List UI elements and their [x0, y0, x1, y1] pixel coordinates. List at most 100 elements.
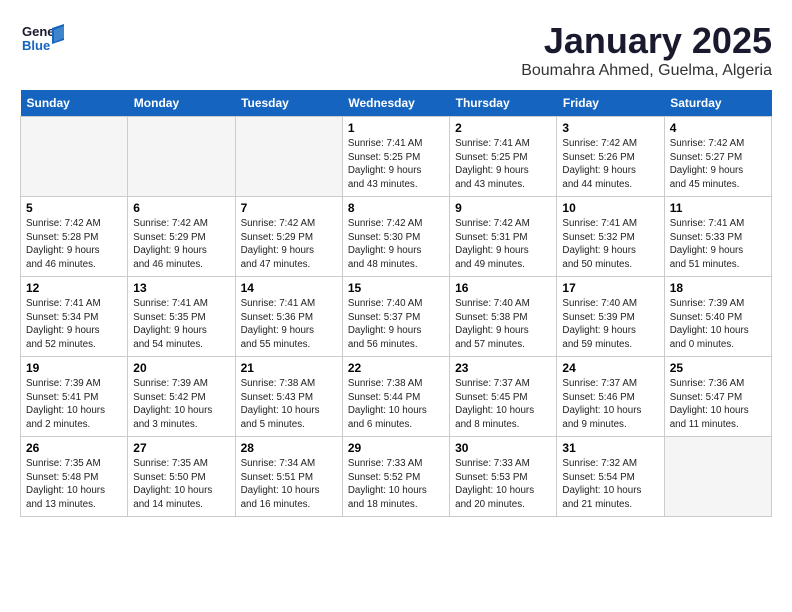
- day-info: Sunrise: 7:41 AM Sunset: 5:25 PM Dayligh…: [455, 137, 551, 192]
- logo: General Blue: [20, 20, 64, 56]
- calendar-cell: 16 Sunrise: 7:40 AM Sunset: 5:38 PM Dayli…: [450, 277, 557, 357]
- calendar-cell: 27Sunrise: 7:35 AM Sunset: 5:50 PM Dayli…: [128, 437, 235, 517]
- weekday-header: Monday: [128, 90, 235, 117]
- calendar-cell: 12Sunrise: 7:41 AM Sunset: 5:34 PM Dayli…: [21, 277, 128, 357]
- day-info: Sunrise: 7:41 AM Sunset: 5:32 PM Dayligh…: [562, 217, 658, 272]
- day-info: Sunrise: 7:39 AM Sunset: 5:42 PM Dayligh…: [133, 377, 229, 432]
- day-number: 19: [26, 361, 122, 375]
- month-title: January 2025: [521, 20, 772, 62]
- day-info: Sunrise: 7:41 AM Sunset: 5:36 PM Dayligh…: [241, 297, 337, 352]
- week-row: 5 Sunrise: 7:42 AM Sunset: 5:28 PM Daylig…: [21, 197, 772, 277]
- calendar-cell: 17 Sunrise: 7:40 AM Sunset: 5:39 PM Dayli…: [557, 277, 664, 357]
- day-number: 2: [455, 121, 551, 135]
- calendar-cell: 2 Sunrise: 7:41 AM Sunset: 5:25 PM Daylig…: [450, 117, 557, 197]
- calendar-cell: 20Sunrise: 7:39 AM Sunset: 5:42 PM Dayli…: [128, 357, 235, 437]
- day-number: 30: [455, 441, 551, 455]
- day-number: 5: [26, 201, 122, 215]
- day-info: Sunrise: 7:42 AM Sunset: 5:27 PM Dayligh…: [670, 137, 766, 192]
- calendar-cell: 7 Sunrise: 7:42 AM Sunset: 5:29 PM Daylig…: [235, 197, 342, 277]
- day-info: Sunrise: 7:38 AM Sunset: 5:44 PM Dayligh…: [348, 377, 444, 432]
- day-number: 13: [133, 281, 229, 295]
- day-number: 8: [348, 201, 444, 215]
- week-row: 12Sunrise: 7:41 AM Sunset: 5:34 PM Dayli…: [21, 277, 772, 357]
- day-number: 1: [348, 121, 444, 135]
- day-number: 17: [562, 281, 658, 295]
- week-row: 26 Sunrise: 7:35 AM Sunset: 5:48 PM Dayli…: [21, 437, 772, 517]
- day-number: 7: [241, 201, 337, 215]
- calendar-cell: 25 Sunrise: 7:36 AM Sunset: 5:47 PM Dayli…: [664, 357, 771, 437]
- day-number: 11: [670, 201, 766, 215]
- calendar-cell: 22Sunrise: 7:38 AM Sunset: 5:44 PM Dayli…: [342, 357, 449, 437]
- calendar-cell: 21 Sunrise: 7:38 AM Sunset: 5:43 PM Dayli…: [235, 357, 342, 437]
- calendar-cell: 4 Sunrise: 7:42 AM Sunset: 5:27 PM Daylig…: [664, 117, 771, 197]
- weekday-header-row: SundayMondayTuesdayWednesdayThursdayFrid…: [21, 90, 772, 117]
- day-info: Sunrise: 7:41 AM Sunset: 5:33 PM Dayligh…: [670, 217, 766, 272]
- day-number: 3: [562, 121, 658, 135]
- logo-icon: General Blue: [20, 20, 64, 56]
- calendar-cell: 19 Sunrise: 7:39 AM Sunset: 5:41 PM Dayli…: [21, 357, 128, 437]
- week-row: 1 Sunrise: 7:41 AM Sunset: 5:25 PM Daylig…: [21, 117, 772, 197]
- calendar-cell: 31 Sunrise: 7:32 AM Sunset: 5:54 PM Dayli…: [557, 437, 664, 517]
- week-row: 19 Sunrise: 7:39 AM Sunset: 5:41 PM Dayli…: [21, 357, 772, 437]
- day-info: Sunrise: 7:40 AM Sunset: 5:37 PM Dayligh…: [348, 297, 444, 352]
- calendar-cell: 26 Sunrise: 7:35 AM Sunset: 5:48 PM Dayli…: [21, 437, 128, 517]
- calendar-cell: 23 Sunrise: 7:37 AM Sunset: 5:45 PM Dayli…: [450, 357, 557, 437]
- calendar-cell: 14 Sunrise: 7:41 AM Sunset: 5:36 PM Dayli…: [235, 277, 342, 357]
- day-info: Sunrise: 7:40 AM Sunset: 5:38 PM Dayligh…: [455, 297, 551, 352]
- calendar-table: SundayMondayTuesdayWednesdayThursdayFrid…: [20, 90, 772, 517]
- day-info: Sunrise: 7:42 AM Sunset: 5:30 PM Dayligh…: [348, 217, 444, 272]
- day-number: 28: [241, 441, 337, 455]
- calendar-cell: 8 Sunrise: 7:42 AM Sunset: 5:30 PM Daylig…: [342, 197, 449, 277]
- calendar-cell: 5 Sunrise: 7:42 AM Sunset: 5:28 PM Daylig…: [21, 197, 128, 277]
- day-number: 6: [133, 201, 229, 215]
- day-info: Sunrise: 7:33 AM Sunset: 5:53 PM Dayligh…: [455, 457, 551, 512]
- day-info: Sunrise: 7:42 AM Sunset: 5:26 PM Dayligh…: [562, 137, 658, 192]
- day-number: 27: [133, 441, 229, 455]
- day-number: 14: [241, 281, 337, 295]
- day-info: Sunrise: 7:39 AM Sunset: 5:41 PM Dayligh…: [26, 377, 122, 432]
- day-number: 21: [241, 361, 337, 375]
- day-number: 24: [562, 361, 658, 375]
- day-info: Sunrise: 7:41 AM Sunset: 5:35 PM Dayligh…: [133, 297, 229, 352]
- calendar-cell: 13 Sunrise: 7:41 AM Sunset: 5:35 PM Dayli…: [128, 277, 235, 357]
- location-title: Boumahra Ahmed, Guelma, Algeria: [521, 62, 772, 80]
- day-info: Sunrise: 7:40 AM Sunset: 5:39 PM Dayligh…: [562, 297, 658, 352]
- day-info: Sunrise: 7:36 AM Sunset: 5:47 PM Dayligh…: [670, 377, 766, 432]
- weekday-header: Tuesday: [235, 90, 342, 117]
- day-info: Sunrise: 7:41 AM Sunset: 5:25 PM Dayligh…: [348, 137, 444, 192]
- day-number: 4: [670, 121, 766, 135]
- day-info: Sunrise: 7:32 AM Sunset: 5:54 PM Dayligh…: [562, 457, 658, 512]
- day-info: Sunrise: 7:42 AM Sunset: 5:31 PM Dayligh…: [455, 217, 551, 272]
- day-info: Sunrise: 7:34 AM Sunset: 5:51 PM Dayligh…: [241, 457, 337, 512]
- day-info: Sunrise: 7:33 AM Sunset: 5:52 PM Dayligh…: [348, 457, 444, 512]
- day-number: 23: [455, 361, 551, 375]
- calendar-cell: 28 Sunrise: 7:34 AM Sunset: 5:51 PM Dayli…: [235, 437, 342, 517]
- calendar-cell: [235, 117, 342, 197]
- weekday-header: Thursday: [450, 90, 557, 117]
- day-info: Sunrise: 7:42 AM Sunset: 5:29 PM Dayligh…: [241, 217, 337, 272]
- calendar-cell: 30 Sunrise: 7:33 AM Sunset: 5:53 PM Dayli…: [450, 437, 557, 517]
- day-number: 16: [455, 281, 551, 295]
- day-info: Sunrise: 7:35 AM Sunset: 5:48 PM Dayligh…: [26, 457, 122, 512]
- day-number: 31: [562, 441, 658, 455]
- day-number: 10: [562, 201, 658, 215]
- title-block: January 2025 Boumahra Ahmed, Guelma, Alg…: [521, 20, 772, 80]
- calendar-cell: 10 Sunrise: 7:41 AM Sunset: 5:32 PM Dayli…: [557, 197, 664, 277]
- day-info: Sunrise: 7:39 AM Sunset: 5:40 PM Dayligh…: [670, 297, 766, 352]
- calendar-cell: [128, 117, 235, 197]
- day-number: 25: [670, 361, 766, 375]
- calendar-cell: 6 Sunrise: 7:42 AM Sunset: 5:29 PM Daylig…: [128, 197, 235, 277]
- day-info: Sunrise: 7:37 AM Sunset: 5:45 PM Dayligh…: [455, 377, 551, 432]
- day-info: Sunrise: 7:41 AM Sunset: 5:34 PM Dayligh…: [26, 297, 122, 352]
- day-number: 18: [670, 281, 766, 295]
- day-info: Sunrise: 7:37 AM Sunset: 5:46 PM Dayligh…: [562, 377, 658, 432]
- calendar-cell: 9Sunrise: 7:42 AM Sunset: 5:31 PM Daylig…: [450, 197, 557, 277]
- calendar-cell: 18 Sunrise: 7:39 AM Sunset: 5:40 PM Dayli…: [664, 277, 771, 357]
- calendar-cell: 11 Sunrise: 7:41 AM Sunset: 5:33 PM Dayli…: [664, 197, 771, 277]
- day-info: Sunrise: 7:42 AM Sunset: 5:29 PM Dayligh…: [133, 217, 229, 272]
- day-info: Sunrise: 7:38 AM Sunset: 5:43 PM Dayligh…: [241, 377, 337, 432]
- day-number: 15: [348, 281, 444, 295]
- svg-text:Blue: Blue: [22, 38, 50, 53]
- day-number: 26: [26, 441, 122, 455]
- day-info: Sunrise: 7:42 AM Sunset: 5:28 PM Dayligh…: [26, 217, 122, 272]
